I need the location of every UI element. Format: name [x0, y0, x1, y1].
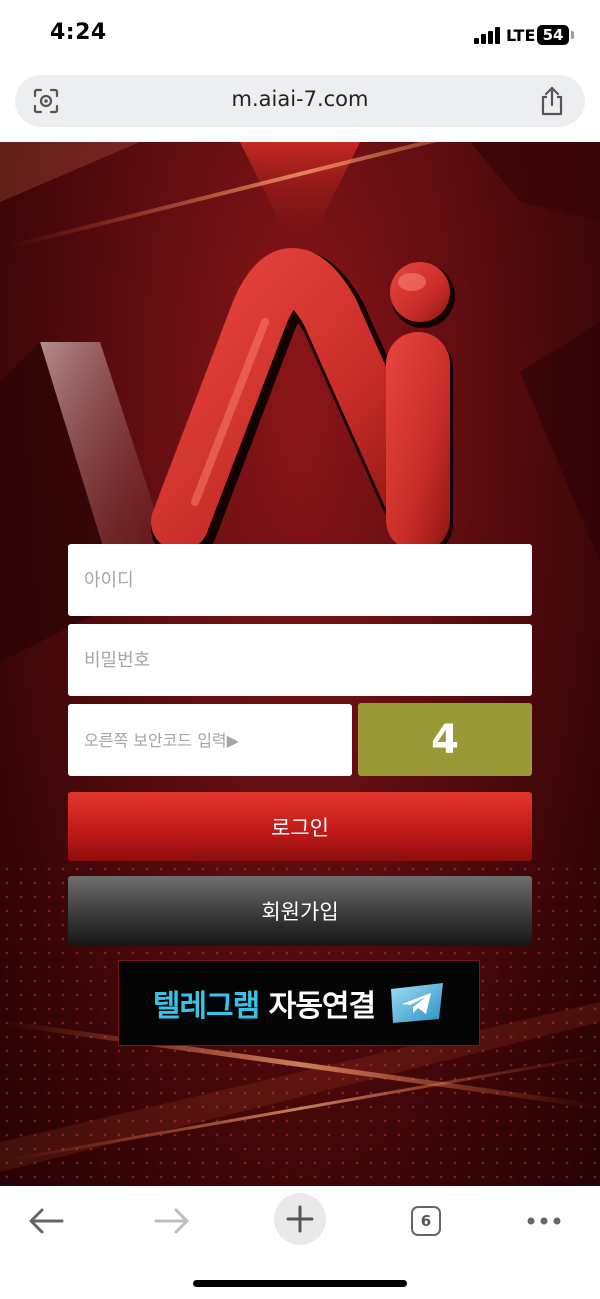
- plus-icon: [286, 1205, 314, 1233]
- telegram-text-part2: 자동연결: [268, 989, 376, 1024]
- network-type: LTE: [506, 26, 536, 45]
- battery-cap: [571, 31, 574, 39]
- signal-icon: [474, 27, 500, 44]
- telegram-icon: [391, 983, 444, 1023]
- captcha-code: 4: [358, 703, 532, 776]
- tab-count: 6: [420, 1212, 432, 1230]
- telegram-banner-text: 텔레그램 자동연결: [152, 981, 376, 1025]
- home-indicator: [193, 1280, 407, 1287]
- id-input[interactable]: [68, 544, 532, 616]
- address-bar[interactable]: m.aiai-7.com: [15, 75, 585, 127]
- status-time: 4:24: [50, 20, 107, 45]
- tabs-icon: 6: [411, 1206, 441, 1236]
- telegram-banner[interactable]: 텔레그램 자동연결: [118, 960, 480, 1046]
- telegram-text-part1: 텔레그램: [152, 989, 260, 1024]
- share-icon[interactable]: [539, 86, 565, 116]
- web-content: 4 로그인 회원가입 텔레그램 자동연결: [0, 142, 600, 1186]
- forward-button[interactable]: [146, 1196, 198, 1246]
- login-button[interactable]: 로그인: [68, 792, 532, 861]
- back-arrow-icon: [29, 1208, 64, 1234]
- ai-logo: [151, 248, 455, 561]
- signup-button[interactable]: 회원가입: [68, 876, 532, 946]
- url-text[interactable]: m.aiai-7.com: [15, 87, 585, 111]
- new-tab-button[interactable]: [274, 1193, 326, 1245]
- more-icon: [527, 1217, 561, 1225]
- forward-arrow-icon: [154, 1208, 189, 1234]
- status-bar: 4:24 LTE 54: [0, 0, 600, 72]
- tabs-button[interactable]: 6: [400, 1196, 452, 1246]
- battery-icon: 54: [537, 25, 569, 45]
- back-button[interactable]: [20, 1196, 72, 1246]
- password-input[interactable]: [68, 624, 532, 696]
- more-button[interactable]: [518, 1196, 570, 1246]
- captcha-input[interactable]: [68, 704, 352, 776]
